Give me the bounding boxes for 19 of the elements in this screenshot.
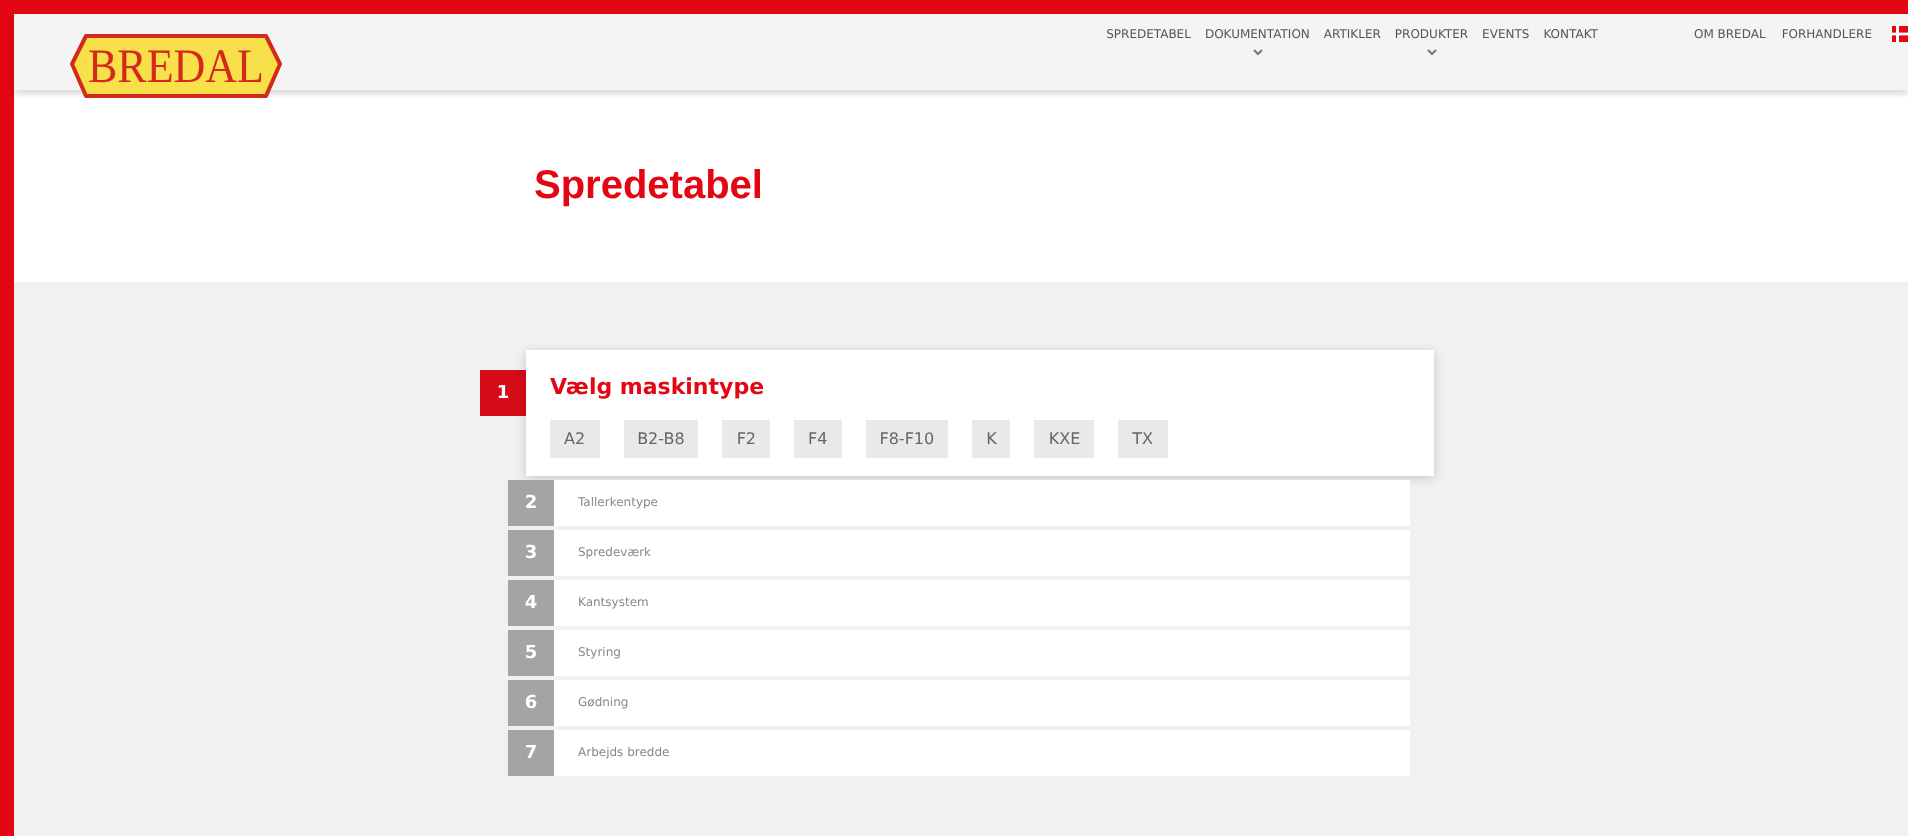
machine-type-button[interactable]: K [972, 420, 1011, 458]
machine-type-button[interactable]: A2 [550, 420, 600, 458]
page-title: Spredetabel [534, 163, 763, 209]
machine-type-button[interactable]: F2 [722, 420, 771, 458]
step-number: 7 [508, 730, 554, 776]
machine-type-button[interactable]: TX [1118, 420, 1167, 458]
step-number: 5 [508, 630, 554, 676]
machine-type-button[interactable]: F4 [794, 420, 842, 458]
machine-type-button[interactable]: KXE [1034, 420, 1095, 458]
machine-type-button[interactable]: F8-F10 [865, 420, 949, 458]
step-number: 1 [480, 370, 526, 416]
machine-type-button[interactable]: B2-B8 [623, 420, 699, 458]
step-number: 4 [508, 580, 554, 626]
flag-icon[interactable] [1892, 26, 1908, 42]
step-number: 3 [508, 530, 554, 576]
step-title: Vælg maskintype [550, 374, 767, 400]
step-number: 2 [508, 480, 554, 526]
logo[interactable]: BREDAL [70, 28, 282, 100]
step-number: 6 [508, 680, 554, 726]
